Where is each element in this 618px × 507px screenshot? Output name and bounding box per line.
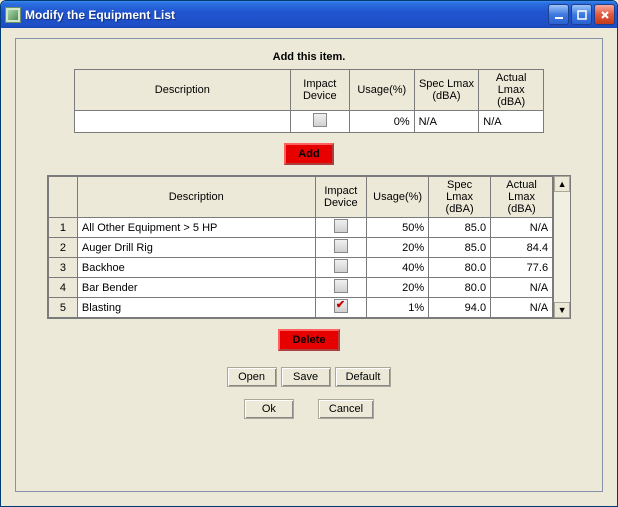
- equipment-list: Description Impact Device Usage(%) Spec …: [47, 175, 571, 319]
- row-impact[interactable]: [315, 298, 367, 318]
- row-description[interactable]: Blasting: [77, 298, 315, 318]
- add-header-spec: Spec Lmax (dBA): [414, 70, 479, 111]
- ok-button[interactable]: Ok: [244, 399, 294, 419]
- table-row[interactable]: 1All Other Equipment > 5 HP 50%85.0N/A: [49, 218, 553, 238]
- add-impact-cell[interactable]: [290, 111, 349, 133]
- add-header-description: Description: [75, 70, 291, 111]
- equipment-table: Description Impact Device Usage(%) Spec …: [48, 176, 553, 318]
- equip-header-description: Description: [77, 177, 315, 218]
- impact-checkbox[interactable]: [334, 219, 348, 233]
- row-usage[interactable]: 50%: [367, 218, 429, 238]
- close-icon: [600, 10, 610, 20]
- add-header-usage: Usage(%): [349, 70, 414, 111]
- client-area: Add this item. Description Impact Device…: [1, 28, 617, 506]
- row-impact[interactable]: [315, 238, 367, 258]
- maximize-icon: [577, 10, 587, 20]
- impact-checkbox[interactable]: [334, 259, 348, 273]
- add-spec-cell[interactable]: N/A: [414, 111, 479, 133]
- row-usage[interactable]: 20%: [367, 238, 429, 258]
- table-row[interactable]: 4Bar Bender 20%80.0N/A: [49, 278, 553, 298]
- add-header-impact: Impact Device: [290, 70, 349, 111]
- row-spec[interactable]: 94.0: [429, 298, 491, 318]
- scroll-track[interactable]: [554, 192, 570, 302]
- row-number: 2: [49, 238, 78, 258]
- scroll-down-button[interactable]: ▼: [554, 302, 570, 318]
- row-impact[interactable]: [315, 218, 367, 238]
- row-actual[interactable]: N/A: [491, 278, 553, 298]
- row-actual[interactable]: 77.6: [491, 258, 553, 278]
- delete-button[interactable]: Delete: [278, 329, 339, 351]
- equip-header-rownum: [49, 177, 78, 218]
- titlebar: Modify the Equipment List: [1, 1, 617, 28]
- add-header-actual: Actual Lmax (dBA): [479, 70, 544, 111]
- row-description[interactable]: All Other Equipment > 5 HP: [77, 218, 315, 238]
- equip-header-usage: Usage(%): [367, 177, 429, 218]
- save-button[interactable]: Save: [281, 367, 331, 387]
- add-item-heading: Add this item.: [273, 51, 346, 63]
- minimize-button[interactable]: [548, 4, 569, 25]
- impact-checkbox[interactable]: [334, 239, 348, 253]
- equip-header-actual: Actual Lmax (dBA): [491, 177, 553, 218]
- impact-checkbox[interactable]: [313, 113, 327, 127]
- cancel-button[interactable]: Cancel: [318, 399, 374, 419]
- scroll-up-button[interactable]: ▲: [554, 176, 570, 192]
- row-impact[interactable]: [315, 278, 367, 298]
- add-usage-cell[interactable]: 0%: [349, 111, 414, 133]
- row-number: 5: [49, 298, 78, 318]
- close-button[interactable]: [594, 4, 615, 25]
- window-controls: [548, 4, 615, 25]
- impact-checkbox[interactable]: [334, 279, 348, 293]
- row-actual[interactable]: 84.4: [491, 238, 553, 258]
- file-buttons: Open Save Default: [227, 367, 392, 387]
- row-spec[interactable]: 80.0: [429, 258, 491, 278]
- table-row[interactable]: 2Auger Drill Rig 20%85.084.4: [49, 238, 553, 258]
- add-item-row: 0% N/A N/A: [75, 111, 544, 133]
- add-description-cell[interactable]: [75, 111, 291, 133]
- row-number: 1: [49, 218, 78, 238]
- open-button[interactable]: Open: [227, 367, 277, 387]
- row-spec[interactable]: 85.0: [429, 238, 491, 258]
- row-actual[interactable]: N/A: [491, 298, 553, 318]
- table-row[interactable]: 3Backhoe 40%80.077.6: [49, 258, 553, 278]
- add-item-table: Description Impact Device Usage(%) Spec …: [74, 69, 544, 133]
- window-title: Modify the Equipment List: [25, 8, 548, 22]
- row-description[interactable]: Backhoe: [77, 258, 315, 278]
- add-actual-cell[interactable]: N/A: [479, 111, 544, 133]
- row-usage[interactable]: 20%: [367, 278, 429, 298]
- row-usage[interactable]: 40%: [367, 258, 429, 278]
- app-icon: [5, 7, 21, 23]
- row-usage[interactable]: 1%: [367, 298, 429, 318]
- row-spec[interactable]: 85.0: [429, 218, 491, 238]
- row-number: 4: [49, 278, 78, 298]
- add-button[interactable]: Add: [284, 143, 333, 165]
- maximize-button[interactable]: [571, 4, 592, 25]
- row-spec[interactable]: 80.0: [429, 278, 491, 298]
- inner-panel: Add this item. Description Impact Device…: [15, 38, 603, 492]
- equipment-scrollbar[interactable]: ▲ ▼: [553, 176, 570, 318]
- row-number: 3: [49, 258, 78, 278]
- equip-header-impact: Impact Device: [315, 177, 367, 218]
- minimize-icon: [554, 10, 564, 20]
- row-description[interactable]: Bar Bender: [77, 278, 315, 298]
- table-row[interactable]: 5Blasting 1%94.0N/A: [49, 298, 553, 318]
- row-actual[interactable]: N/A: [491, 218, 553, 238]
- row-description[interactable]: Auger Drill Rig: [77, 238, 315, 258]
- equip-header-spec: Spec Lmax (dBA): [429, 177, 491, 218]
- row-impact[interactable]: [315, 258, 367, 278]
- window: Modify the Equipment List Add this item.: [0, 0, 618, 507]
- dialog-buttons: Ok Cancel: [244, 399, 374, 419]
- impact-checkbox[interactable]: [334, 299, 348, 313]
- default-button[interactable]: Default: [335, 367, 392, 387]
